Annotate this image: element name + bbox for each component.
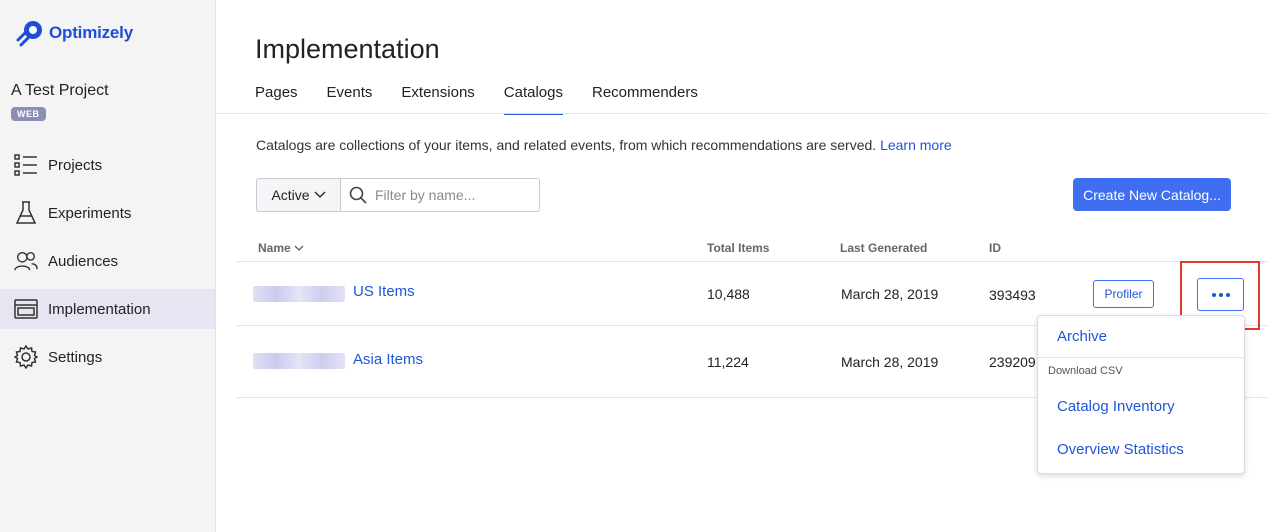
sidebar-item-label: Experiments	[48, 204, 132, 222]
project-name[interactable]: A Test Project	[11, 82, 109, 100]
search-icon	[349, 186, 367, 204]
catalog-inventory-menu-item[interactable]: Catalog Inventory	[1057, 398, 1175, 415]
tab-recommenders[interactable]: Recommenders	[592, 78, 698, 115]
tab-bar: Pages Events Extensions Catalogs Recomme…	[255, 78, 727, 115]
sidebar-item-label: Settings	[48, 348, 103, 366]
sidebar-item-implementation[interactable]: Implementation	[0, 289, 215, 329]
archive-menu-item[interactable]: Archive	[1057, 328, 1107, 345]
sidebar-item-label: Audiences	[48, 252, 119, 270]
description-text: Catalogs are collections of your items, …	[256, 137, 877, 153]
tab-pages[interactable]: Pages	[255, 78, 298, 115]
dropdown-divider	[1038, 357, 1244, 358]
logo[interactable]: Optimizely	[15, 18, 133, 48]
page-title: Implementation	[255, 34, 440, 64]
sidebar-item-audiences[interactable]: Audiences	[0, 241, 215, 281]
catalog-name-link[interactable]: US Items	[353, 283, 415, 300]
last-generated-value: March 28, 2019	[841, 286, 939, 302]
profiler-button[interactable]: Profiler	[1093, 280, 1154, 308]
tab-catalogs[interactable]: Catalogs	[503, 78, 563, 115]
users-icon	[14, 249, 38, 273]
filter-row: Active	[256, 178, 540, 212]
sidebar-item-experiments[interactable]: Experiments	[0, 193, 215, 233]
column-header-total-items: Total Items	[707, 241, 770, 255]
list-icon	[14, 153, 38, 177]
tab-events[interactable]: Events	[327, 78, 373, 115]
sidebar-item-settings[interactable]: Settings	[0, 337, 215, 377]
optimizely-logo-icon	[16, 21, 42, 47]
platform-badge: WEB	[11, 107, 46, 121]
tabs-divider	[216, 113, 1267, 114]
total-items-value: 11,224	[707, 354, 749, 370]
column-header-last-generated: Last Generated	[840, 241, 928, 255]
more-dot	[1225, 292, 1230, 297]
logo-text: Optimizely	[49, 23, 133, 42]
column-header-name[interactable]: Name	[258, 241, 304, 255]
catalog-name-link[interactable]: Asia Items	[353, 351, 423, 368]
sidebar-nav: Projects Experiments Audiences Implement…	[0, 145, 215, 385]
sidebar: Optimizely A Test Project WEB Projects E…	[0, 0, 216, 532]
column-header-name-label: Name	[258, 241, 291, 255]
last-generated-value: March 28, 2019	[841, 354, 939, 370]
chevron-down-icon	[314, 191, 326, 199]
more-dot	[1211, 292, 1216, 297]
status-filter-select[interactable]: Active	[256, 178, 341, 212]
window-icon	[14, 297, 38, 321]
more-dot	[1218, 292, 1223, 297]
redacted-thumbnail	[253, 353, 345, 369]
sort-chevron-down-icon	[294, 245, 304, 251]
flask-icon	[14, 201, 38, 225]
search-input[interactable]	[375, 187, 535, 203]
search-box	[341, 178, 540, 212]
status-filter-value: Active	[271, 187, 310, 203]
more-options-dropdown: Archive Download CSV Catalog Inventory O…	[1037, 315, 1245, 474]
learn-more-link[interactable]: Learn more	[880, 137, 952, 153]
sidebar-item-projects[interactable]: Projects	[0, 145, 215, 185]
tab-extensions[interactable]: Extensions	[401, 78, 474, 115]
overview-statistics-menu-item[interactable]: Overview Statistics	[1057, 441, 1184, 458]
total-items-value: 10,488	[707, 286, 750, 302]
create-new-catalog-button[interactable]: Create New Catalog...	[1073, 178, 1231, 211]
gear-icon	[14, 345, 38, 369]
column-header-id: ID	[989, 241, 1001, 255]
catalog-id-value: 239209	[989, 354, 1036, 370]
sidebar-item-label: Implementation	[48, 300, 151, 318]
more-options-button[interactable]	[1197, 278, 1244, 311]
sidebar-item-label: Projects	[48, 156, 103, 174]
catalog-id-value: 393493	[989, 287, 1036, 303]
table-header: Name Total Items Last Generated ID	[236, 238, 1267, 262]
redacted-thumbnail	[253, 286, 345, 302]
download-csv-section-label: Download CSV	[1048, 365, 1123, 377]
catalogs-description: Catalogs are collections of your items, …	[256, 137, 952, 153]
